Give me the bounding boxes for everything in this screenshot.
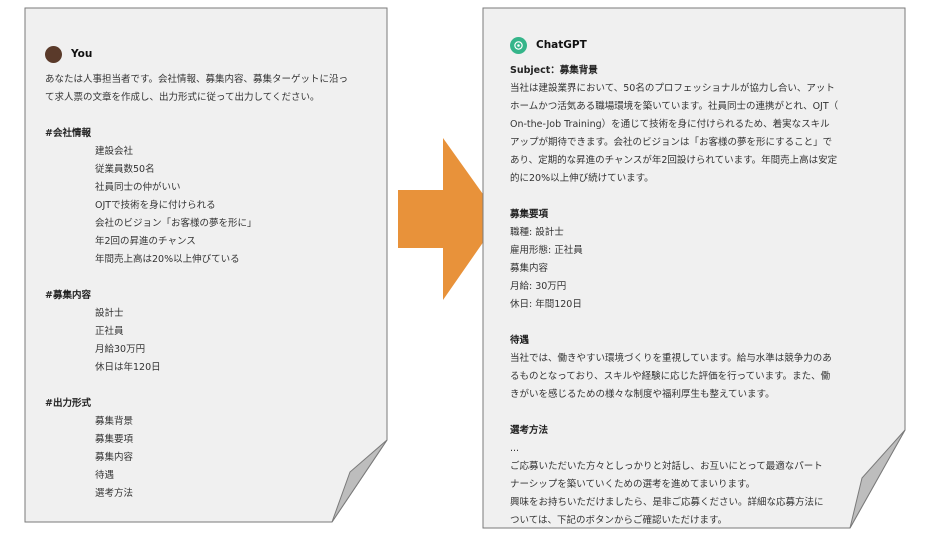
list-item: 従業員数50名	[95, 164, 155, 175]
list-item: 社員同士の仲がいい	[95, 182, 181, 193]
selection-line: ...	[510, 443, 520, 454]
user-name: You	[71, 48, 93, 60]
chatgpt-logo-glyph	[514, 40, 523, 50]
user-prompt-document: You あなたは人事担当者です。会社情報、募集内容、募集ターゲットに沿っ て求人…	[45, 45, 360, 503]
company-info-list: 建設会社 従業員数50名 社員同士の仲がいい OJTで技術を身に付けられる 会社…	[45, 143, 360, 269]
selection-line: ご応募いただいた方々としっかりと対話し、お互いにとって最適なパート	[510, 461, 823, 472]
list-item: 選考方法	[95, 488, 134, 499]
list-item: 年2回の昇進のチャンス	[95, 236, 196, 247]
user-speaker: You	[45, 45, 360, 63]
section-heading-recruitment: #募集内容	[45, 290, 91, 301]
requirements-heading: 募集要項	[510, 209, 549, 220]
background-line: あり、定期的な昇進のチャンスが年2回設けられています。年間売上高は安定	[510, 155, 838, 166]
list-item: 月給30万円	[95, 344, 146, 355]
background-line: 当社は建設業界において、50名のプロフェッショナルが協力し合い、アット	[510, 83, 835, 94]
treatment-line: るものとなっており、スキルや経験に応じた評価を行っています。また、働	[510, 371, 831, 382]
background-line: ホームかつ活気ある職場環境を築いています。社員同士の連携がとれ、OJT（	[510, 101, 839, 112]
output-format-list: 募集背景 募集要項 募集内容 待遇 選考方法	[45, 413, 360, 503]
list-item: 待遇	[95, 470, 115, 481]
list-item: 募集内容	[95, 452, 134, 463]
list-item: 建設会社	[95, 146, 134, 157]
list-item: 設計士	[95, 308, 124, 319]
requirement-item: 職種: 設計士	[510, 227, 564, 238]
list-item: 募集要項	[95, 434, 134, 445]
selection-line: ついては、下記のボタンからご確認いただけます。	[510, 515, 728, 526]
diagram-stage: You あなたは人事担当者です。会社情報、募集内容、募集ターゲットに沿っ て求人…	[0, 0, 943, 537]
treatment-line: 当社では、働きやすい環境づくりを重視しています。給与水準は競争力のあ	[510, 353, 832, 364]
requirement-item: 月給: 30万円	[510, 281, 567, 292]
background-line: アップが期待できます。会社のビジョンは「お客様の夢を形にすること」で	[510, 137, 833, 148]
treatment-heading: 待遇	[510, 335, 530, 346]
list-item: 会社のビジョン「お客様の夢を形に」	[95, 218, 257, 229]
section-heading-company: #会社情報	[45, 128, 91, 139]
subject-heading: Subject：募集背景	[510, 65, 598, 76]
chatgpt-name: ChatGPT	[536, 39, 587, 51]
intro-line: あなたは人事担当者です。会社情報、募集内容、募集ターゲットに沿っ	[45, 74, 349, 85]
requirement-item: 雇用形態: 正社員	[510, 245, 583, 256]
list-item: 休日は年120日	[95, 362, 161, 373]
selection-line: 興味をお持ちいただけましたら、是非ご応募ください。詳細な応募方法に	[510, 497, 824, 508]
treatment-line: きがいを感じるための様々な制度や福利厚生も整えています。	[510, 389, 775, 400]
list-item: 募集背景	[95, 416, 134, 427]
requirement-item: 休日: 年間120日	[510, 299, 582, 310]
selection-line: ナーシップを築いていくための選考を進めてまいります。	[510, 479, 756, 490]
background-line: On-the-Job Training）を通じて技術を身に付けられるため、着実な…	[510, 119, 830, 130]
list-item: 年間売上高は20%以上伸びている	[95, 254, 240, 265]
chatgpt-logo-icon	[510, 36, 527, 54]
list-item: 正社員	[95, 326, 124, 337]
section-heading-output: #出力形式	[45, 398, 91, 409]
chatgpt-speaker: ChatGPT	[510, 36, 850, 54]
intro-line: て求人票の文章を作成し、出力形式に従って出力してください。	[45, 92, 320, 103]
background-line: 的に20%以上伸び続けています。	[510, 173, 654, 184]
requirement-item: 募集内容	[510, 263, 549, 274]
selection-heading: 選考方法	[510, 425, 549, 436]
list-item: OJTで技術を身に付けられる	[95, 200, 216, 211]
user-avatar	[45, 45, 62, 63]
chatgpt-response-document: ChatGPT Subject：募集背景 当社は建設業界において、50名のプロフ…	[510, 36, 850, 530]
recruitment-list: 設計士 正社員 月給30万円 休日は年120日	[45, 305, 360, 377]
